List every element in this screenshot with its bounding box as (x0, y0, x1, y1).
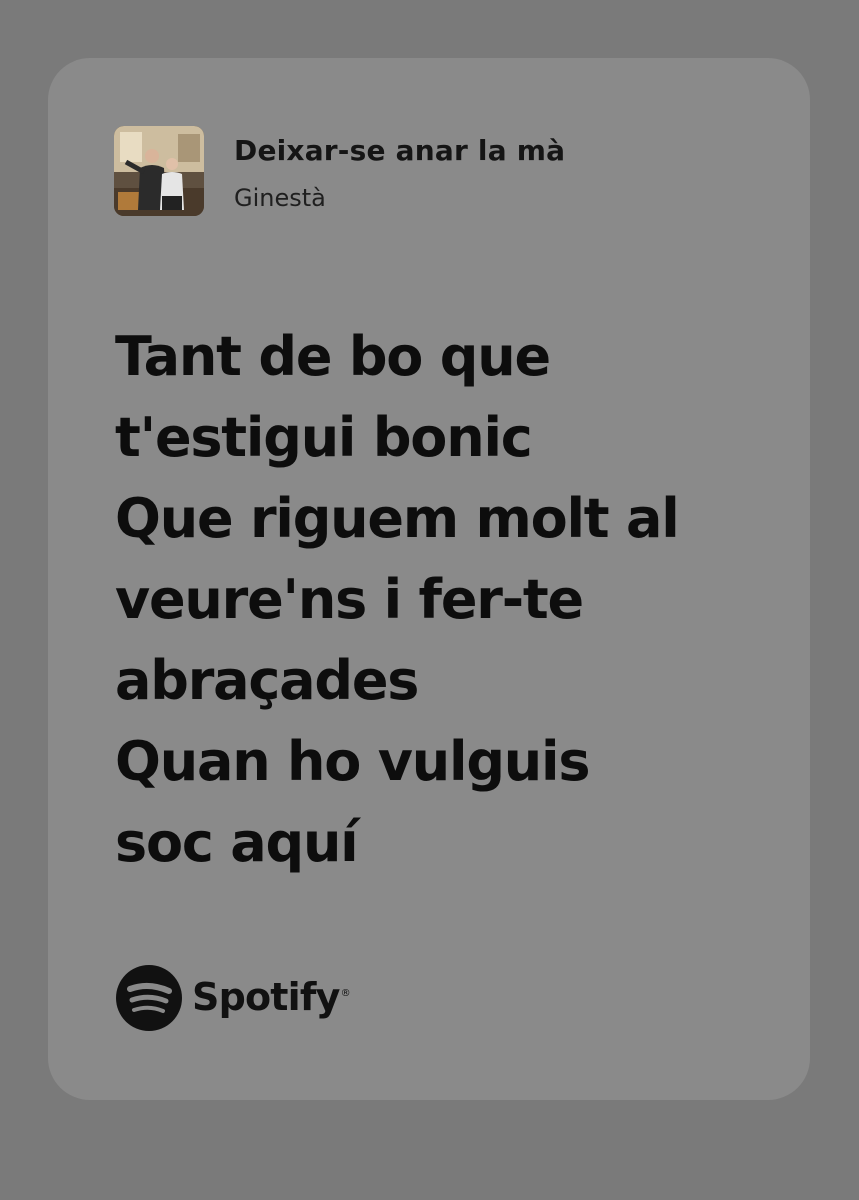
track-title: Deixar-se anar la mà (234, 134, 566, 167)
spotify-wordmark: Spotify® (192, 975, 351, 1019)
album-cover-photo-icon (114, 126, 204, 216)
lyric-line: veure'ns i fer-te (115, 568, 584, 631)
registered-mark: ® (340, 988, 351, 1000)
track-artist: Ginestà (234, 184, 326, 212)
spotify-logo-icon (116, 965, 182, 1031)
spotify-wordmark-text: Spotify (192, 975, 340, 1019)
lyric-line: soc aquí (115, 811, 359, 874)
lyrics-share-card: Deixar-se anar la mà Ginestà Tant de bo … (48, 58, 810, 1100)
spotify-brand: Spotify® (116, 965, 351, 1031)
lyrics-block: Tant de bo que t'estigui bonic Que rigue… (115, 316, 795, 883)
album-cover (114, 126, 204, 216)
lyric-line: Tant de bo que (115, 325, 551, 388)
lyric-line: abraçades (115, 649, 419, 712)
lyric-line: Quan ho vulguis (115, 730, 590, 793)
lyric-line: Que riguem molt al (115, 487, 680, 550)
lyric-line: t'estigui bonic (115, 406, 533, 469)
